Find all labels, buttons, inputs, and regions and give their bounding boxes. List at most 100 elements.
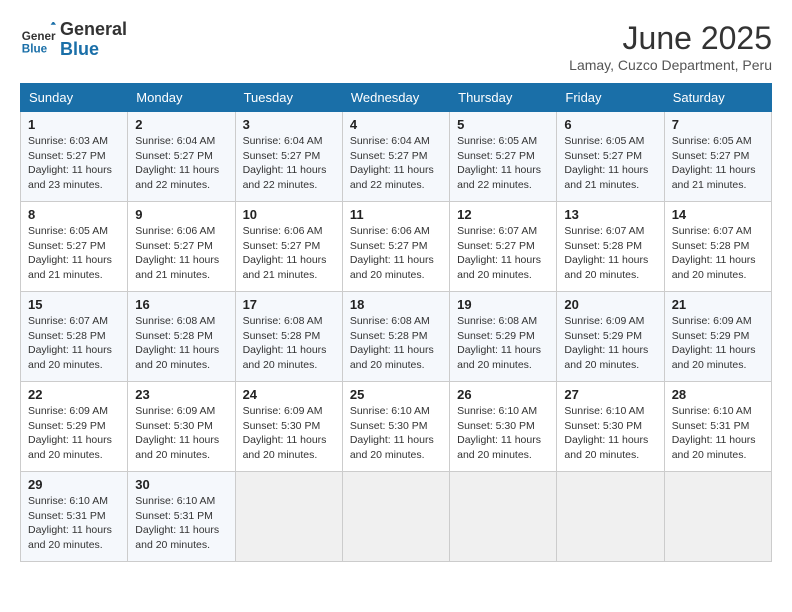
calendar-day-cell: 27Sunrise: 6:10 AMSunset: 5:30 PMDayligh… [557,382,664,472]
day-number: 12 [457,207,549,222]
day-info: Sunrise: 6:08 AMSunset: 5:28 PMDaylight:… [135,314,227,373]
day-number: 7 [672,117,764,132]
day-info: Sunrise: 6:04 AMSunset: 5:27 PMDaylight:… [135,134,227,193]
calendar-header-monday: Monday [128,84,235,112]
calendar-week-row: 8 Sunrise: 6:05 AMSunset: 5:27 PMDaylight… [21,202,772,292]
day-number: 19 [457,297,549,312]
day-number: 11 [350,207,442,222]
calendar-day-cell: 18 Sunrise: 6:08 AMSunset: 5:28 PMDayligh… [342,292,449,382]
calendar-day-cell: 24 Sunrise: 6:09 AMSunset: 5:30 PMDayligh… [235,382,342,472]
day-number: 24 [243,387,335,402]
day-number: 8 [28,207,120,222]
calendar-day-cell: 10Sunrise: 6:06 AMSunset: 5:27 PMDayligh… [235,202,342,292]
calendar-day-cell: 5 Sunrise: 6:05 AMSunset: 5:27 PMDaylight… [450,112,557,202]
day-number: 26 [457,387,549,402]
day-info: Sunrise: 6:10 AMSunset: 5:30 PMDaylight:… [350,404,442,463]
page-header: General Blue General Blue June 2025 Lama… [20,20,772,73]
day-info: Sunrise: 6:07 AMSunset: 5:28 PMDaylight:… [672,224,764,283]
day-info: Sunrise: 6:03 AMSunset: 5:27 PMDaylight:… [28,134,120,193]
day-info: Sunrise: 6:05 AMSunset: 5:27 PMDaylight:… [457,134,549,193]
calendar-day-cell: 1Sunrise: 6:03 AMSunset: 5:27 PMDaylight… [21,112,128,202]
day-number: 9 [135,207,227,222]
calendar-day-cell: 16 Sunrise: 6:08 AMSunset: 5:28 PMDayligh… [128,292,235,382]
day-info: Sunrise: 6:07 AMSunset: 5:28 PMDaylight:… [564,224,656,283]
calendar-day-cell: 26Sunrise: 6:10 AMSunset: 5:30 PMDayligh… [450,382,557,472]
day-info: Sunrise: 6:09 AMSunset: 5:30 PMDaylight:… [135,404,227,463]
month-title: June 2025 [569,20,772,57]
logo-icon: General Blue [20,22,56,58]
day-number: 29 [28,477,120,492]
day-number: 21 [672,297,764,312]
day-info: Sunrise: 6:08 AMSunset: 5:28 PMDaylight:… [350,314,442,373]
calendar-day-cell: 6Sunrise: 6:05 AMSunset: 5:27 PMDaylight… [557,112,664,202]
day-number: 23 [135,387,227,402]
calendar-day-cell: 30 Sunrise: 6:10 AMSunset: 5:31 PMDayligh… [128,472,235,562]
day-number: 27 [564,387,656,402]
calendar-day-cell: 21Sunrise: 6:09 AMSunset: 5:29 PMDayligh… [664,292,771,382]
calendar-week-row: 22Sunrise: 6:09 AMSunset: 5:29 PMDayligh… [21,382,772,472]
calendar-day-cell: 11 Sunrise: 6:06 AMSunset: 5:27 PMDayligh… [342,202,449,292]
day-info: Sunrise: 6:08 AMSunset: 5:28 PMDaylight:… [243,314,335,373]
day-number: 25 [350,387,442,402]
day-number: 5 [457,117,549,132]
location: Lamay, Cuzco Department, Peru [569,57,772,73]
day-number: 18 [350,297,442,312]
day-info: Sunrise: 6:10 AMSunset: 5:31 PMDaylight:… [672,404,764,463]
day-info: Sunrise: 6:08 AMSunset: 5:29 PMDaylight:… [457,314,549,373]
day-number: 30 [135,477,227,492]
day-number: 14 [672,207,764,222]
calendar-header-sunday: Sunday [21,84,128,112]
calendar-day-cell: 14 Sunrise: 6:07 AMSunset: 5:28 PMDayligh… [664,202,771,292]
calendar-day-cell: 17 Sunrise: 6:08 AMSunset: 5:28 PMDayligh… [235,292,342,382]
svg-text:Blue: Blue [22,42,48,55]
svg-text:General: General [22,30,56,43]
calendar-empty-cell [235,472,342,562]
calendar-empty-cell [664,472,771,562]
calendar-header-tuesday: Tuesday [235,84,342,112]
calendar-day-cell: 2Sunrise: 6:04 AMSunset: 5:27 PMDaylight… [128,112,235,202]
day-info: Sunrise: 6:07 AMSunset: 5:27 PMDaylight:… [457,224,549,283]
day-number: 16 [135,297,227,312]
day-info: Sunrise: 6:10 AMSunset: 5:31 PMDaylight:… [135,494,227,553]
day-info: Sunrise: 6:04 AMSunset: 5:27 PMDaylight:… [243,134,335,193]
calendar-day-cell: 8 Sunrise: 6:05 AMSunset: 5:27 PMDaylight… [21,202,128,292]
calendar-header-row: SundayMondayTuesdayWednesdayThursdayFrid… [21,84,772,112]
calendar-day-cell: 15 Sunrise: 6:07 AMSunset: 5:28 PMDayligh… [21,292,128,382]
calendar-header-thursday: Thursday [450,84,557,112]
calendar-day-cell: 22Sunrise: 6:09 AMSunset: 5:29 PMDayligh… [21,382,128,472]
day-info: Sunrise: 6:09 AMSunset: 5:29 PMDaylight:… [28,404,120,463]
day-info: Sunrise: 6:10 AMSunset: 5:31 PMDaylight:… [28,494,120,553]
calendar-day-cell: 19 Sunrise: 6:08 AMSunset: 5:29 PMDayligh… [450,292,557,382]
day-info: Sunrise: 6:04 AMSunset: 5:27 PMDaylight:… [350,134,442,193]
day-number: 10 [243,207,335,222]
day-info: Sunrise: 6:05 AMSunset: 5:27 PMDaylight:… [672,134,764,193]
day-info: Sunrise: 6:05 AMSunset: 5:27 PMDaylight:… [28,224,120,283]
calendar-day-cell: 9 Sunrise: 6:06 AMSunset: 5:27 PMDaylight… [128,202,235,292]
day-info: Sunrise: 6:07 AMSunset: 5:28 PMDaylight:… [28,314,120,373]
logo-text: General Blue [60,20,127,60]
day-number: 13 [564,207,656,222]
day-info: Sunrise: 6:06 AMSunset: 5:27 PMDaylight:… [135,224,227,283]
title-block: June 2025 Lamay, Cuzco Department, Peru [569,20,772,73]
day-number: 15 [28,297,120,312]
calendar-week-row: 15 Sunrise: 6:07 AMSunset: 5:28 PMDayligh… [21,292,772,382]
calendar-week-row: 1Sunrise: 6:03 AMSunset: 5:27 PMDaylight… [21,112,772,202]
calendar-header-friday: Friday [557,84,664,112]
calendar-empty-cell [342,472,449,562]
day-number: 28 [672,387,764,402]
calendar-header-saturday: Saturday [664,84,771,112]
day-number: 17 [243,297,335,312]
calendar-table: SundayMondayTuesdayWednesdayThursdayFrid… [20,83,772,562]
calendar-day-cell: 28 Sunrise: 6:10 AMSunset: 5:31 PMDayligh… [664,382,771,472]
day-info: Sunrise: 6:05 AMSunset: 5:27 PMDaylight:… [564,134,656,193]
calendar-day-cell: 25 Sunrise: 6:10 AMSunset: 5:30 PMDayligh… [342,382,449,472]
logo: General Blue General Blue [20,20,127,60]
logo-general: General [60,20,127,40]
calendar-empty-cell [557,472,664,562]
day-info: Sunrise: 6:09 AMSunset: 5:30 PMDaylight:… [243,404,335,463]
calendar-week-row: 29 Sunrise: 6:10 AMSunset: 5:31 PMDayligh… [21,472,772,562]
day-info: Sunrise: 6:09 AMSunset: 5:29 PMDaylight:… [564,314,656,373]
day-info: Sunrise: 6:06 AMSunset: 5:27 PMDaylight:… [350,224,442,283]
calendar-header-wednesday: Wednesday [342,84,449,112]
calendar-empty-cell [450,472,557,562]
